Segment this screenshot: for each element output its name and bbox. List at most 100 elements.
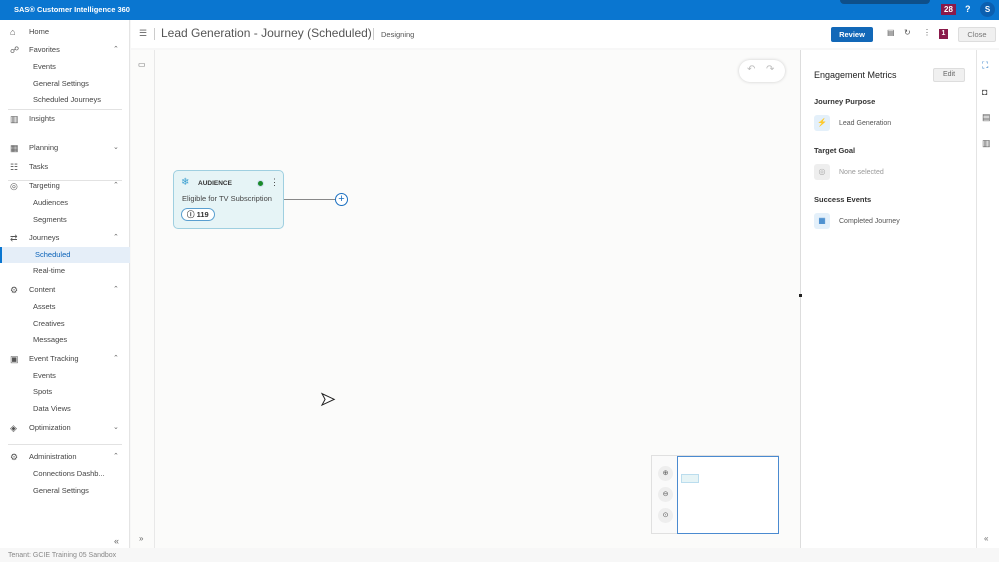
- chevron-up-icon[interactable]: ⌃: [113, 282, 119, 298]
- divider: [154, 28, 155, 40]
- sidebar-item-general-settings[interactable]: General Settings: [0, 483, 130, 499]
- chevron-up-icon[interactable]: ⌃: [113, 449, 119, 465]
- audience-node[interactable]: ❄ AUDIENCE ⋮ Eligible for TV Subscriptio…: [173, 170, 284, 229]
- audience-icon: ❄: [181, 177, 190, 188]
- sidebar-item-label: Scheduled Journeys: [33, 95, 101, 104]
- journey-purpose-heading: Journey Purpose: [814, 97, 876, 106]
- refresh-icon[interactable]: ↻: [904, 28, 911, 37]
- sidebar-item-targeting[interactable]: ◎ Targeting ⌃: [0, 178, 130, 194]
- edit-button[interactable]: Edit: [933, 68, 965, 82]
- node-more-icon[interactable]: ⋮: [270, 177, 279, 188]
- zoom-in-icon[interactable]: ⊕: [658, 466, 673, 481]
- sidebar-item-connections-dashb[interactable]: Connections Dashb...: [0, 466, 130, 482]
- sidebar-item-administration[interactable]: ⚙ Administration ⌃: [0, 449, 130, 465]
- sidebar-item-label: Data Views: [33, 404, 71, 413]
- metrics-icon[interactable]: ⛶: [982, 60, 988, 71]
- user-avatar[interactable]: S: [980, 2, 995, 17]
- canvas-left-strip: ▭ »: [131, 50, 155, 548]
- close-button[interactable]: Close: [958, 27, 996, 42]
- palette-icon[interactable]: ▭: [138, 60, 146, 69]
- chevron-down-icon[interactable]: ⌄: [113, 140, 119, 156]
- sidebar-item-label: Journeys: [29, 233, 60, 242]
- sidebar-item-scheduled[interactable]: Scheduled: [0, 247, 130, 263]
- sidebar-item-scheduled-journeys[interactable]: Scheduled Journeys: [0, 92, 130, 108]
- sidebar-item-events[interactable]: Events: [0, 368, 130, 384]
- nav-divider: [8, 109, 122, 110]
- resize-handle[interactable]: [799, 294, 802, 297]
- sidebar-item-content[interactable]: ⚙ Content ⌃: [0, 282, 130, 298]
- review-button[interactable]: Review: [831, 27, 873, 42]
- panel-title: Engagement Metrics: [814, 70, 897, 80]
- sidebar-item-label: General Settings: [33, 79, 89, 88]
- sidebar-item-creatives[interactable]: Creatives: [0, 316, 130, 332]
- zoom-controls: ⊕ ⊖ ⊙: [651, 455, 779, 534]
- sidebar-item-label: Insights: [29, 114, 55, 123]
- save-icon[interactable]: ▤: [887, 28, 895, 37]
- sidebar-item-label: Home: [29, 27, 50, 36]
- sidebar-item-label: Scheduled: [35, 250, 71, 259]
- expand-icon[interactable]: »: [139, 534, 143, 543]
- sidebar-item-planning[interactable]: ▦ Planning ⌄: [0, 140, 130, 156]
- sidebar-item-label: General Settings: [33, 486, 89, 495]
- status-label: Designing: [381, 30, 415, 39]
- page-title: Lead Generation - Journey (Scheduled): [161, 26, 372, 40]
- info-badge[interactable]: 1: [939, 29, 948, 39]
- sidebar-item-label: Content: [29, 285, 56, 294]
- minimap-node: [681, 474, 699, 483]
- chevron-up-icon[interactable]: ⌃: [113, 351, 119, 367]
- node-type: AUDIENCE: [198, 180, 232, 187]
- help-icon[interactable]: ?: [965, 4, 971, 14]
- sidebar-item-data-views[interactable]: Data Views: [0, 401, 130, 417]
- collapse-panel-icon[interactable]: «: [984, 534, 988, 543]
- target-icon: ◎: [814, 164, 830, 180]
- administration-icon: ⚙: [10, 452, 19, 462]
- sidebar-item-messages[interactable]: Messages: [0, 332, 130, 348]
- collapse-sidebar-icon[interactable]: «: [114, 536, 119, 546]
- success-events-value: Completed Journey: [839, 218, 900, 225]
- favorites-icon: ☍: [10, 45, 20, 55]
- notifications-badge[interactable]: 28: [941, 4, 956, 15]
- audience-count[interactable]: ⓘ 119: [181, 208, 215, 221]
- sidebar-item-optimization[interactable]: ◈ Optimization ⌄: [0, 420, 130, 436]
- node-name: Eligible for TV Subscription: [182, 194, 272, 203]
- more-icon[interactable]: ⋮: [923, 28, 931, 37]
- table-icon[interactable]: ▤: [982, 112, 991, 123]
- sidebar-item-label: Optimization: [29, 423, 71, 432]
- engagement-metrics-panel: Engagement Metrics Edit Journey Purpose …: [799, 50, 976, 548]
- sidebar-item-label: Administration: [29, 452, 77, 461]
- journey-canvas[interactable]: ▭ » ↶ ↷ ❄ AUDIENCE ⋮ Eligible for TV Sub…: [131, 50, 800, 548]
- zoom-fit-icon[interactable]: ⊙: [658, 508, 673, 523]
- targeting-icon: ◎: [10, 181, 18, 191]
- sidebar-item-segments[interactable]: Segments: [0, 212, 130, 228]
- sidebar-item-home[interactable]: ⌂ Home: [0, 24, 130, 40]
- zoom-out-icon[interactable]: ⊖: [658, 487, 673, 502]
- sidebar-item-real-time[interactable]: Real-time: [0, 263, 130, 279]
- target-goal-value: None selected: [839, 169, 884, 176]
- sidebar-item-journeys[interactable]: ⇄ Journeys ⌃: [0, 230, 130, 246]
- message-icon[interactable]: ◘: [982, 87, 987, 97]
- chevron-up-icon[interactable]: ⌃: [113, 178, 119, 194]
- sidebar-item-tasks[interactable]: ☷ Tasks: [0, 159, 130, 175]
- list-icon[interactable]: ☰: [139, 28, 147, 39]
- sidebar-item-events[interactable]: Events: [0, 59, 130, 75]
- sidebar-item-audiences[interactable]: Audiences: [0, 195, 130, 211]
- sidebar-item-spots[interactable]: Spots: [0, 384, 130, 400]
- chevron-up-icon[interactable]: ⌃: [113, 42, 119, 58]
- sidebar-item-general-settings[interactable]: General Settings: [0, 76, 130, 92]
- add-node-button[interactable]: +: [335, 193, 348, 206]
- tasks-icon: ☷: [10, 162, 19, 172]
- chevron-up-icon[interactable]: ⌃: [113, 230, 119, 246]
- title-bar: ☰ Lead Generation - Journey (Scheduled) …: [131, 20, 999, 48]
- sidebar-item-label: Real-time: [33, 266, 66, 275]
- sidebar-item-favorites[interactable]: ☍ Favorites ⌃: [0, 42, 130, 58]
- sidebar-item-insights[interactable]: ▥ Insights: [0, 111, 130, 127]
- sidebar-item-assets[interactable]: Assets: [0, 299, 130, 315]
- lightning-icon: ⚡: [814, 115, 830, 131]
- sidebar-item-label: Spots: [33, 387, 53, 396]
- chevron-down-icon[interactable]: ⌄: [113, 420, 119, 436]
- undo-icon[interactable]: ↶: [747, 64, 755, 75]
- sidebar-item-event-tracking[interactable]: ▣ Event Tracking ⌃: [0, 351, 130, 367]
- minimap[interactable]: [677, 456, 779, 534]
- schedule-icon[interactable]: ▥: [982, 138, 991, 149]
- redo-icon[interactable]: ↷: [766, 64, 774, 75]
